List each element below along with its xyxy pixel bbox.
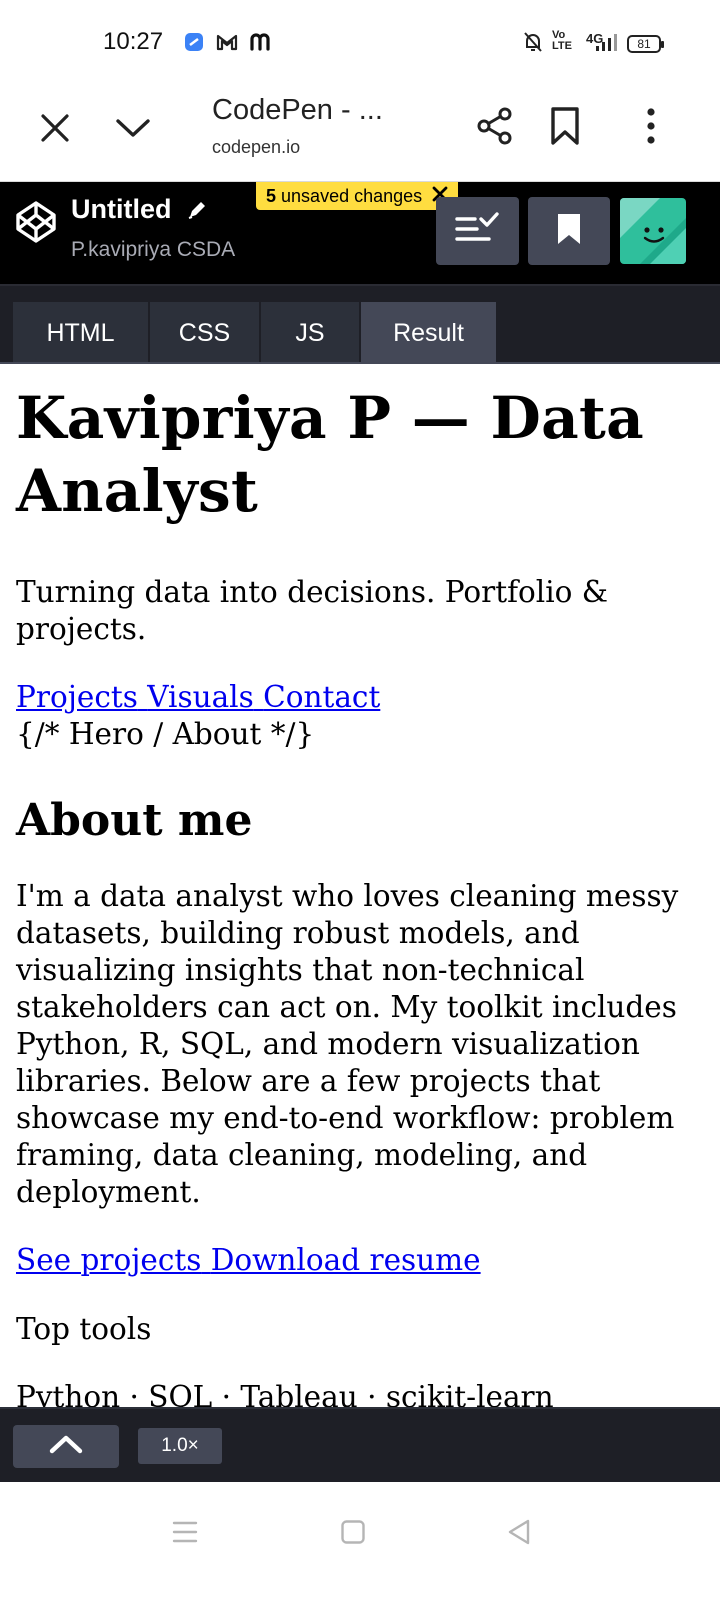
nav-link-projects[interactable]: Projects — [16, 680, 138, 714]
zoom-button[interactable]: 1.0× — [138, 1428, 222, 1464]
jsx-comment-text: {/* Hero / About */} — [16, 717, 315, 751]
cta-separator — [201, 1243, 210, 1277]
m-app-icon — [249, 30, 275, 59]
save-menu-button[interactable] — [436, 197, 519, 265]
cta-links: See projects Download resume — [16, 1242, 704, 1279]
tab-css[interactable]: CSS — [150, 302, 259, 364]
close-icon[interactable] — [32, 105, 78, 151]
pin-bookmark-button[interactable] — [528, 197, 610, 265]
tools-title: Top tools — [16, 1312, 152, 1346]
editor-bottom-bar: 1.0× — [0, 1407, 720, 1482]
gmail-icon — [215, 30, 239, 59]
browser-toolbar: CodePen - ... codepen.io — [0, 88, 720, 182]
tagline: Turning data into decisions. Portfolio &… — [16, 575, 609, 646]
result-preview: Kavipriya P — Data Analyst Turning data … — [0, 364, 720, 1407]
nav-link-visuals[interactable]: Visuals — [147, 680, 254, 714]
about-heading: About me — [16, 795, 253, 846]
avatar[interactable] — [620, 198, 686, 264]
see-projects-link[interactable]: See projects — [16, 1243, 201, 1277]
tab-html[interactable]: HTML — [13, 302, 148, 364]
status-bar: 10:27 Vo LTE 4G 81 — [0, 0, 720, 88]
chevron-up-icon — [49, 1434, 83, 1459]
mute-bell-icon — [522, 30, 544, 59]
portfolio-nav: Projects Visuals Contact — [16, 679, 704, 716]
share-icon[interactable] — [472, 103, 518, 149]
about-paragraph: I'm a data analyst who loves cleaning me… — [16, 879, 679, 1209]
expand-editor-button[interactable] — [13, 1425, 119, 1468]
portfolio-heading: Kavipriya P — Data Analyst — [16, 384, 644, 525]
download-resume-link[interactable]: Download resume — [211, 1243, 481, 1277]
editor-tabs: HTML CSS JS Result — [0, 284, 720, 364]
tab-result[interactable]: Result — [361, 302, 496, 364]
page-title: CodePen - ... — [212, 94, 383, 126]
volte-indicator: Vo LTE — [552, 29, 572, 52]
system-navigation-bar — [0, 1482, 720, 1600]
battery-indicator: 81 — [627, 35, 664, 53]
nav-link-separator — [138, 680, 147, 714]
codepen-header: Untitled P.kavipriya CSDA 5 unsaved chan… — [0, 182, 720, 284]
bookmark-icon[interactable] — [542, 103, 588, 149]
pen-owner[interactable]: P.kavipriya CSDA — [71, 238, 235, 262]
edit-pencil-icon[interactable] — [186, 199, 208, 226]
codepen-logo-icon[interactable] — [14, 200, 58, 244]
tab-js[interactable]: JS — [261, 302, 359, 364]
pen-title[interactable]: Untitled — [71, 194, 172, 225]
list-check-icon — [453, 211, 503, 252]
page-url: codepen.io — [212, 137, 301, 157]
unsaved-label: unsaved changes — [281, 186, 423, 206]
unsaved-changes-badge[interactable]: 5 unsaved changes — [256, 182, 459, 210]
menu-icon[interactable] — [163, 1510, 207, 1554]
nav-link-separator — [254, 680, 263, 714]
more-vertical-icon[interactable] — [628, 103, 674, 149]
nav-link-contact[interactable]: Contact — [263, 680, 380, 714]
bookmark-filled-icon — [556, 212, 582, 251]
chevron-down-icon[interactable] — [110, 105, 156, 151]
tools-list: Python · SQL · Tableau · scikit-learn — [16, 1380, 554, 1407]
status-time: 10:27 — [103, 28, 164, 55]
back-icon[interactable] — [497, 1510, 541, 1554]
unsaved-count: 5 — [266, 186, 277, 206]
app-notification-icon — [182, 30, 206, 59]
unsaved-text: 5 unsaved changes — [266, 182, 422, 210]
home-icon[interactable] — [331, 1510, 375, 1554]
signal-icon — [594, 30, 618, 59]
